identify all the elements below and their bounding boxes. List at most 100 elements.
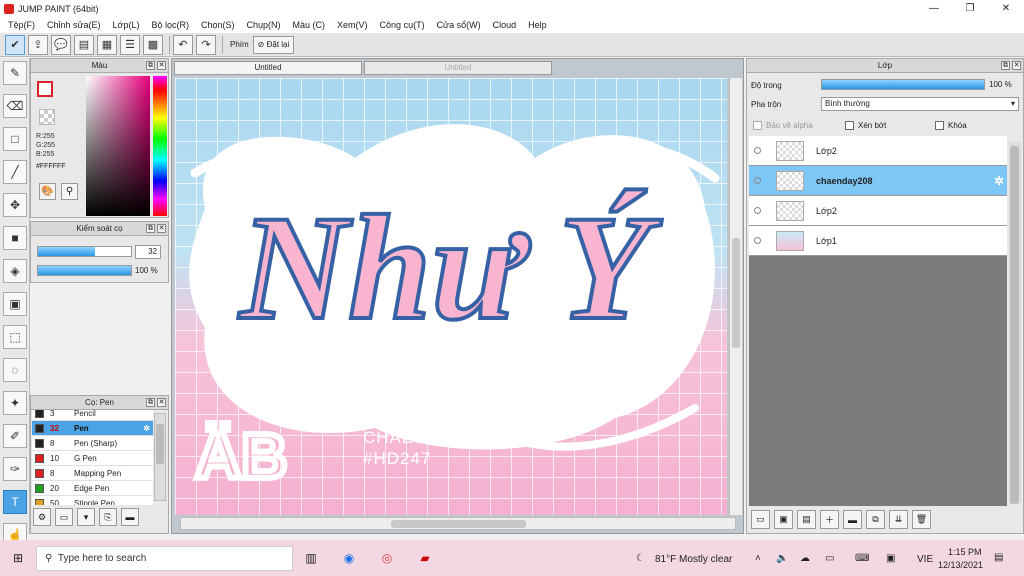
- layer-folder-icon[interactable]: ▬: [843, 510, 862, 529]
- tab-untitled-active[interactable]: Untitled: [174, 61, 362, 75]
- chrome-browser-icon[interactable]: ◎: [378, 549, 396, 567]
- brush-item[interactable]: 20 Edge Pen: [32, 481, 153, 496]
- brush-size-slider[interactable]: [37, 246, 132, 257]
- panel-close-icon[interactable]: ✕: [157, 224, 166, 233]
- layer-opacity-slider[interactable]: [821, 79, 985, 90]
- layer-row[interactable]: Lớp2: [749, 136, 1007, 166]
- maximize-button[interactable]: ❐: [952, 0, 988, 17]
- taskbar-search-box[interactable]: ⚲ Type here to search: [36, 546, 293, 571]
- visibility-eye-icon[interactable]: [754, 207, 761, 214]
- comment-icon[interactable]: 💬: [51, 34, 71, 55]
- layer-list-scrollbar[interactable]: [1009, 142, 1021, 504]
- bucket-tool-icon[interactable]: ◈: [3, 259, 27, 283]
- hue-slider[interactable]: [153, 76, 167, 216]
- fill-rect-tool-icon[interactable]: ■: [3, 226, 27, 250]
- layer-row[interactable]: Lớp2: [749, 196, 1007, 226]
- clipping-checkbox[interactable]: Xén bớt: [845, 121, 886, 130]
- brush-settings-icon[interactable]: ⚙: [33, 508, 51, 526]
- brush-opacity-slider[interactable]: [37, 265, 132, 276]
- brush-tool-icon[interactable]: ✎: [3, 61, 27, 85]
- windows-start-icon[interactable]: ⊞: [9, 549, 27, 567]
- artwork-canvas[interactable]: Như Ý ÄB CHAENDAY208 #HD247: [175, 78, 727, 515]
- reset-button[interactable]: ⊘ Đặt lại: [252, 35, 295, 54]
- detach-icon[interactable]: ⧉: [146, 224, 155, 233]
- undo-icon[interactable]: ↶: [173, 34, 193, 55]
- duplicate-layer-icon[interactable]: ⧉: [866, 510, 885, 529]
- select-eraser-icon[interactable]: ✑: [3, 457, 27, 481]
- clock-time[interactable]: 1:15 PM: [948, 547, 982, 557]
- minimize-button[interactable]: —: [916, 0, 952, 17]
- export-icon[interactable]: ⇪: [28, 34, 48, 55]
- gradient-tool-icon[interactable]: ▣: [3, 292, 27, 316]
- cloud-icon[interactable]: ☁: [800, 553, 810, 564]
- menu-color[interactable]: Màu (C): [287, 20, 332, 30]
- new-layer-8bit-icon[interactable]: ▣: [774, 510, 793, 529]
- panel-close-icon[interactable]: ✕: [1012, 61, 1021, 70]
- task-view-icon[interactable]: ▥: [302, 549, 320, 567]
- merge-layer-icon[interactable]: ⇊: [889, 510, 908, 529]
- close-button[interactable]: ✕: [988, 0, 1024, 17]
- rect-tool-icon[interactable]: □: [3, 127, 27, 151]
- visibility-eye-icon[interactable]: [754, 177, 761, 184]
- detach-icon[interactable]: ⧉: [146, 61, 155, 70]
- brush-size-input[interactable]: 32: [135, 245, 161, 259]
- menu-tools[interactable]: Công cụ(T): [374, 20, 431, 30]
- menu-layer[interactable]: Lớp(L): [107, 20, 146, 30]
- transparent-swatch[interactable]: [39, 109, 55, 125]
- detach-icon[interactable]: ⧉: [1001, 61, 1010, 70]
- page-icon[interactable]: ▦: [97, 34, 117, 55]
- move-tool-icon[interactable]: ✥: [3, 193, 27, 217]
- notification-icon[interactable]: ▤: [994, 552, 1003, 563]
- redo-icon[interactable]: ↷: [196, 34, 216, 55]
- gear-icon[interactable]: ✲: [143, 424, 150, 433]
- brush-item[interactable]: 8 Pen (Sharp): [32, 436, 153, 451]
- delete-layer-icon[interactable]: 🗑: [912, 510, 931, 529]
- new-layer-1bit-icon[interactable]: ▤: [797, 510, 816, 529]
- gear-icon[interactable]: ✲: [994, 174, 1004, 188]
- edge-browser-icon[interactable]: ◉: [340, 549, 358, 567]
- menu-select[interactable]: Chọn(S): [195, 20, 241, 30]
- eraser-tool-icon[interactable]: ⌫: [3, 94, 27, 118]
- monitor-icon[interactable]: ▭: [825, 553, 834, 564]
- layer-row[interactable]: chaenday208 ✲: [749, 166, 1007, 196]
- eyedropper-icon[interactable]: ⚲: [61, 183, 78, 200]
- alpha-protect-checkbox[interactable]: Bảo vệ alpha: [753, 121, 813, 130]
- add-layer-menu-icon[interactable]: ＋: [820, 510, 839, 529]
- canvas-horizontal-scrollbar[interactable]: [180, 517, 736, 530]
- brush-folder-icon[interactable]: ▬: [121, 508, 139, 526]
- check-icon[interactable]: ✔: [5, 34, 25, 55]
- lasso-tool-icon[interactable]: ◌: [3, 358, 27, 382]
- grid-icon[interactable]: ▩: [143, 34, 163, 55]
- input-language[interactable]: VIE: [917, 554, 933, 565]
- lock-checkbox[interactable]: Khóa: [935, 121, 967, 130]
- brush-list-scrollbar[interactable]: [154, 413, 166, 501]
- blend-mode-select[interactable]: Bình thường ▾: [821, 97, 1019, 111]
- canvas-vertical-scrollbar[interactable]: [729, 78, 742, 515]
- panel-close-icon[interactable]: ✕: [157, 398, 166, 407]
- select-pen-icon[interactable]: ✐: [3, 424, 27, 448]
- brush-item[interactable]: 50 Stipple Pen: [32, 496, 153, 505]
- panel-close-icon[interactable]: ✕: [157, 61, 166, 70]
- jump-paint-taskbar-icon[interactable]: ▰: [416, 549, 434, 567]
- brush-item[interactable]: 32 Pen ✲: [32, 421, 153, 436]
- tab-untitled-inactive[interactable]: Untitled: [364, 61, 552, 75]
- card-icon[interactable]: ▤: [74, 34, 94, 55]
- menu-view[interactable]: Xem(V): [331, 20, 374, 30]
- palette-icon[interactable]: 🎨: [39, 183, 56, 200]
- new-brush-icon[interactable]: ▭: [55, 508, 73, 526]
- menu-cloud[interactable]: Cloud: [487, 20, 523, 30]
- foreground-color-swatch[interactable]: [37, 81, 53, 97]
- chevron-up-icon[interactable]: ˄: [755, 553, 761, 564]
- display-icon[interactable]: ▣: [886, 553, 895, 564]
- visibility-eye-icon[interactable]: [754, 147, 761, 154]
- clock-date[interactable]: 12/13/2021: [938, 560, 983, 570]
- brush-item[interactable]: 3 Pencil: [32, 410, 153, 421]
- layer-row[interactable]: Lớp1: [749, 226, 1007, 256]
- copy-brush-icon[interactable]: ⎘: [99, 508, 117, 526]
- speaker-icon[interactable]: 🔈: [776, 553, 788, 564]
- menu-file[interactable]: Tệp(F): [2, 20, 41, 30]
- menu-window[interactable]: Cửa sổ(W): [431, 20, 487, 30]
- select-rect-tool-icon[interactable]: ⬚: [3, 325, 27, 349]
- magic-wand-icon[interactable]: ✦: [3, 391, 27, 415]
- visibility-eye-icon[interactable]: [754, 237, 761, 244]
